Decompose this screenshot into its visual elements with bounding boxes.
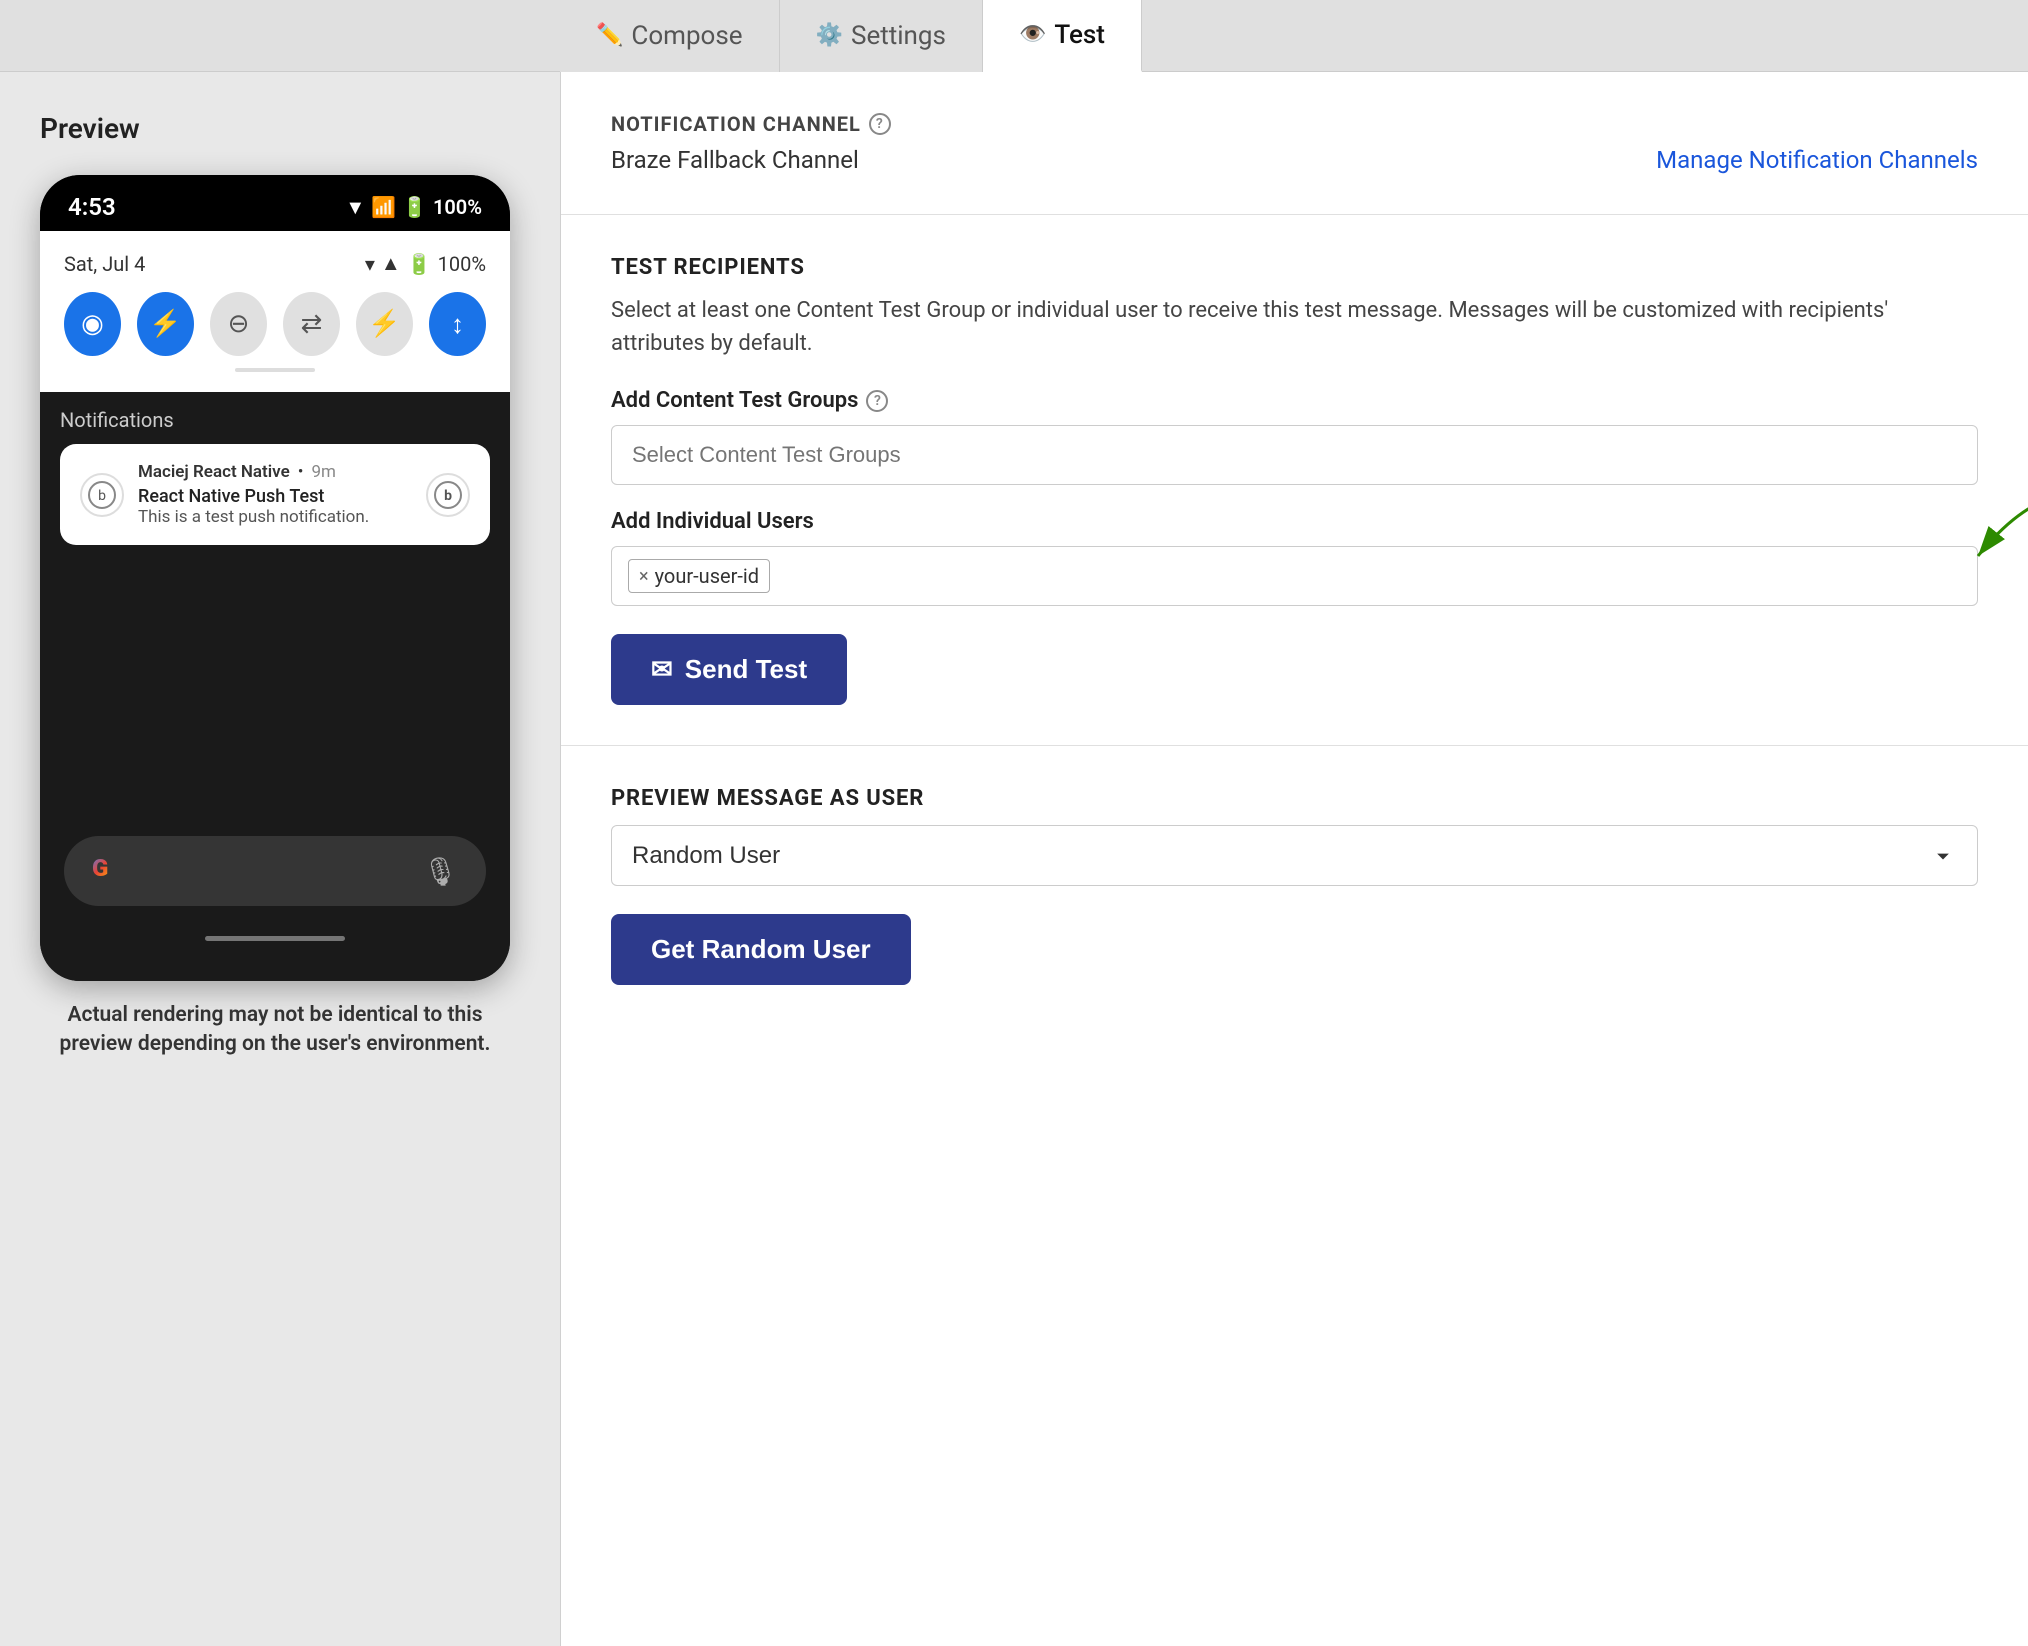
status-icons: ▼ 📶 🔋 100% [345, 195, 482, 220]
tab-test-label: Test [1054, 20, 1105, 50]
tag-remove-icon[interactable]: × [639, 566, 649, 587]
tag-value: your-user-id [655, 564, 759, 588]
preview-user-select[interactable]: Random User Specific User [611, 825, 1978, 886]
data-icon: ↕ [451, 309, 464, 340]
notif-title: React Native Push Test [138, 486, 412, 507]
wifi-toggle[interactable]: ◉ [64, 292, 121, 356]
phone-mockup: 4:53 ▼ 📶 🔋 100% Sat, Jul 4 ▾ ▲ 🔋 100% [40, 175, 510, 981]
preview-title: Preview [40, 112, 140, 145]
user-id-tag[interactable]: × your-user-id [628, 559, 770, 593]
notif-braze-icon: b [426, 473, 470, 517]
notif-dot: • [298, 462, 304, 482]
send-test-button[interactable]: ✉ Send Test [611, 634, 847, 705]
data-toggle[interactable]: ↕ [429, 292, 486, 356]
phone-bottom: G 🎙 [40, 561, 510, 981]
battery-saver-icon: ⚡ [368, 309, 400, 339]
main-layout: Preview 4:53 ▼ 📶 🔋 100% Sat, Jul 4 ▾ [0, 72, 2028, 1646]
google-logo: G [92, 854, 126, 888]
notif-app-name: Maciej React Native [138, 462, 290, 482]
quick-settings-icons: ◉ ⚡ ⊖ ⇄ ⚡ ↕ [64, 292, 486, 356]
phone-time: 4:53 [68, 193, 116, 221]
notification-channel-section: NOTIFICATION CHANNEL ? Braze Fallback Ch… [561, 72, 2028, 215]
svg-text:b: b [98, 488, 106, 504]
home-indicator [205, 936, 345, 941]
preview-caption: Actual rendering may not be identical to… [40, 1001, 510, 1060]
channel-value: Braze Fallback Channel [611, 146, 859, 174]
bluetooth-toggle[interactable]: ⚡ [137, 292, 194, 356]
send-test-label: Send Test [685, 654, 807, 685]
content-test-groups-help-icon[interactable]: ? [866, 390, 888, 412]
dnd-icon: ⊖ [228, 309, 250, 339]
settings-icon: ⚙️ [816, 23, 843, 48]
notifications-section: Notifications b Maciej React Native • 9m [40, 392, 510, 561]
manage-notification-channels-link[interactable]: Manage Notification Channels [1656, 146, 1978, 174]
tab-compose-label: Compose [631, 21, 742, 51]
individual-users-label: Add Individual Users [611, 509, 1978, 534]
get-random-user-button[interactable]: Get Random User [611, 914, 911, 985]
wifi-qs-icon: ▾ [365, 252, 375, 276]
tab-settings-label: Settings [851, 21, 946, 51]
preview-user-title: PREVIEW MESSAGE AS USER [611, 786, 1978, 811]
app-icon: b [80, 473, 124, 517]
content-test-groups-label: Add Content Test Groups ? [611, 388, 1978, 413]
test-recipients-section: TEST RECIPIENTS Select at least one Cont… [561, 215, 2028, 746]
google-mic-icon: 🎙 [422, 855, 458, 888]
tab-bar: ✏️ Compose ⚙️ Settings 👁️ Test [0, 0, 2028, 72]
dnd-toggle[interactable]: ⊖ [210, 292, 267, 356]
compose-icon: ✏️ [596, 23, 623, 48]
phone-date: Sat, Jul 4 [64, 252, 145, 276]
notif-body: This is a test push notification. [138, 507, 412, 527]
signal-icon: 📶 [371, 195, 396, 219]
phone-status-bar: 4:53 ▼ 📶 🔋 100% [40, 175, 510, 231]
rotation-icon: ⇄ [301, 309, 323, 339]
battery-percent: 100% [433, 195, 482, 219]
bluetooth-icon: ⚡ [149, 309, 181, 339]
individual-users-input[interactable]: × your-user-id [611, 546, 1978, 606]
right-panel: NOTIFICATION CHANNEL ? Braze Fallback Ch… [560, 72, 2028, 1646]
phone-status-icons-qs: ▾ ▲ 🔋 100% [365, 251, 486, 276]
svg-text:b: b [444, 488, 452, 504]
wifi-icon: ▼ [345, 195, 365, 220]
preview-user-section: PREVIEW MESSAGE AS USER Random User Spec… [561, 746, 2028, 1025]
get-random-user-label: Get Random User [651, 934, 871, 965]
wifi-toggle-icon: ◉ [81, 309, 104, 339]
content-test-groups-input[interactable] [611, 425, 1978, 485]
test-recipients-description: Select at least one Content Test Group o… [611, 294, 1978, 360]
preview-panel: Preview 4:53 ▼ 📶 🔋 100% Sat, Jul 4 ▾ [0, 72, 560, 1646]
notif-content: Maciej React Native • 9m React Native Pu… [138, 462, 412, 527]
qs-divider [235, 368, 315, 372]
google-search-bar[interactable]: G 🎙 [64, 836, 486, 906]
notification-card: b Maciej React Native • 9m React Native … [60, 444, 490, 545]
test-recipients-title: TEST RECIPIENTS [611, 255, 1978, 280]
notif-header: Maciej React Native • 9m [138, 462, 412, 482]
eye-icon: 👁️ [1019, 22, 1046, 47]
individual-users-wrapper: × your-user-id [611, 546, 1978, 606]
tab-test[interactable]: 👁️ Test [983, 0, 1142, 72]
battery-qs-icon: 🔋 [407, 252, 432, 276]
rotation-toggle[interactable]: ⇄ [283, 292, 340, 356]
quick-settings-date: Sat, Jul 4 ▾ ▲ 🔋 100% [64, 251, 486, 276]
quick-settings: Sat, Jul 4 ▾ ▲ 🔋 100% ◉ ⚡ [40, 231, 510, 392]
battery-icon: 🔋 [402, 195, 427, 219]
notification-channel-help-icon[interactable]: ? [869, 113, 891, 135]
battery-qs-percent: 100% [438, 252, 486, 276]
send-icon: ✉ [651, 654, 673, 685]
tab-compose[interactable]: ✏️ Compose [560, 0, 780, 72]
notification-channel-label: NOTIFICATION CHANNEL ? [611, 112, 1978, 136]
channel-row: Braze Fallback Channel Manage Notificati… [611, 146, 1978, 174]
notif-time: 9m [311, 462, 335, 482]
notifications-label: Notifications [60, 408, 490, 432]
tab-settings[interactable]: ⚙️ Settings [780, 0, 983, 72]
signal-qs-icon: ▲ [381, 251, 401, 276]
battery-saver-toggle[interactable]: ⚡ [356, 292, 413, 356]
